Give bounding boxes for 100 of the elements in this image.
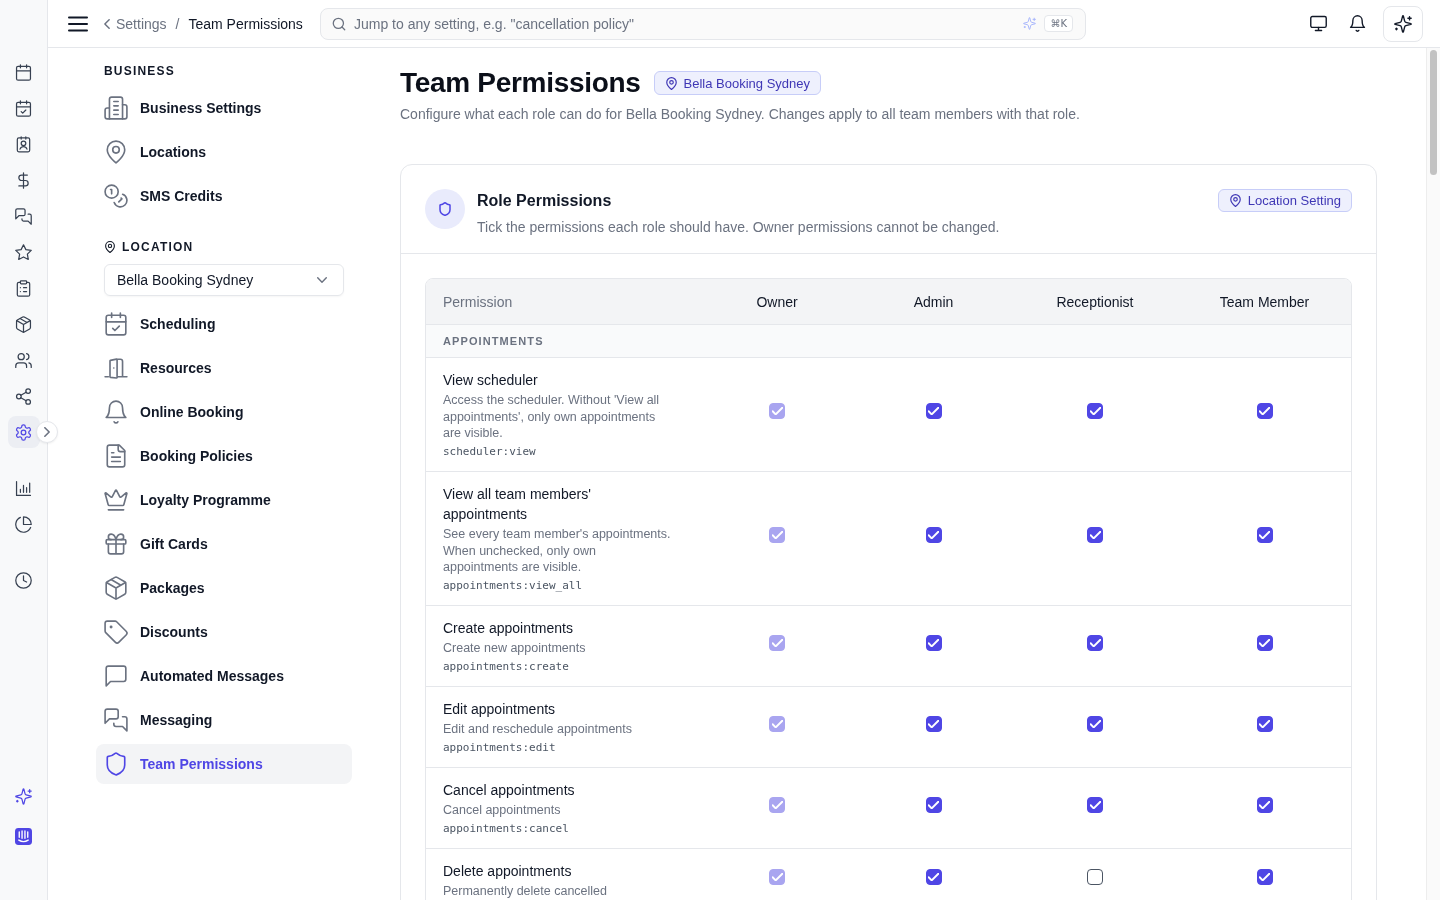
clipboard-list-icon <box>15 279 32 297</box>
chevron-right-icon <box>44 427 50 437</box>
calendar-check-icon <box>104 312 128 336</box>
settings-nav-item[interactable]: Booking Policies <box>96 436 352 476</box>
settings-icon <box>15 423 32 441</box>
role-checkbox[interactable] <box>1256 796 1273 813</box>
settings-nav-item[interactable]: Locations <box>96 132 352 172</box>
bell-icon <box>1348 15 1366 32</box>
settings-nav-item[interactable]: Loyalty Programme <box>96 480 352 520</box>
chat-bubbles-icon <box>104 708 128 732</box>
check-icon <box>928 872 939 881</box>
dollar-icon <box>15 171 32 189</box>
location-select[interactable]: Bella Booking Sydney <box>104 264 344 296</box>
pie-chart-icon <box>15 515 32 533</box>
settings-nav-item[interactable]: Packages <box>96 568 352 608</box>
map-pin-icon <box>104 140 128 164</box>
check-icon <box>928 800 939 809</box>
permission-description: Edit and reschedule appointments <box>443 721 633 738</box>
check-icon <box>1089 531 1101 540</box>
role-checkbox[interactable] <box>1087 715 1103 732</box>
breadcrumb-current: Team Permissions <box>188 15 303 32</box>
role-checkbox[interactable] <box>925 527 942 544</box>
permission-name: Cancel appointments <box>443 781 576 800</box>
permission-name: View scheduler <box>443 371 539 390</box>
permission-description: See every team member's appointments. When unchecked, only own appointments are visible. <box>443 526 671 576</box>
check-icon <box>928 638 939 647</box>
door-icon <box>104 356 128 380</box>
breadcrumb-separator: / <box>175 15 180 32</box>
app-logo-icon[interactable] <box>15 827 32 845</box>
check-icon <box>1259 531 1270 540</box>
menu-button[interactable] <box>68 15 88 32</box>
role-checkbox[interactable] <box>1256 634 1273 651</box>
role-checkbox[interactable] <box>925 868 942 885</box>
location-label: Bella Booking Sydney <box>683 75 811 91</box>
settings-nav-item[interactable]: Gift Cards <box>96 524 352 564</box>
role-checkbox[interactable] <box>1087 868 1103 885</box>
role-checkbox[interactable] <box>925 403 942 420</box>
role-checkbox[interactable] <box>1087 403 1103 420</box>
settings-nav-item[interactable]: Resources <box>96 348 352 388</box>
assistant-button[interactable] <box>1383 5 1423 42</box>
role-checkbox[interactable] <box>925 634 942 651</box>
search-icon <box>332 16 346 31</box>
section-label: APPOINTMENTS <box>443 335 544 347</box>
sparkles-icon <box>1394 14 1412 33</box>
settings-nav-item[interactable]: Online Booking <box>96 392 352 432</box>
settings-nav-item[interactable]: Scheduling <box>96 304 352 344</box>
role-checkbox[interactable] <box>1256 715 1273 732</box>
permission-name: Create appointments <box>443 619 574 638</box>
sparkles-icon <box>1023 17 1037 30</box>
calendar-icon <box>15 63 32 81</box>
settings-nav-item[interactable]: Messaging <box>96 700 352 740</box>
check-icon <box>1089 638 1101 647</box>
column-header: Receptionist <box>1056 293 1134 310</box>
clock-icon <box>15 571 32 589</box>
role-checkbox[interactable] <box>1256 868 1273 885</box>
card-description: Tick the permissions each role should have. Owner permissions cannot be changed. <box>477 218 1001 237</box>
permission-code: appointments:cancel <box>443 820 570 837</box>
settings-nav-item[interactable]: Business Settings <box>96 88 352 128</box>
chat-bubbles-icon <box>15 207 32 225</box>
settings-nav-item[interactable]: Automated Messages <box>96 656 352 696</box>
check-icon <box>771 638 783 647</box>
shortcut-key: ⌘K <box>1044 15 1073 32</box>
chevron-down-icon <box>317 277 327 283</box>
expand-rail-button[interactable] <box>36 421 58 443</box>
section-heading: LOCATION <box>122 240 194 254</box>
section-heading: BUSINESS <box>104 64 175 78</box>
building-icon <box>104 96 128 120</box>
settings-nav-item[interactable]: Team Permissions <box>96 744 352 784</box>
tag-icon <box>104 620 128 644</box>
contact-card-icon <box>15 135 32 153</box>
card-title: Role Permissions <box>477 191 613 211</box>
back-link[interactable]: Settings <box>104 15 167 32</box>
role-checkbox[interactable] <box>1087 796 1103 813</box>
permission-code: appointments:create <box>443 658 570 675</box>
check-icon <box>1089 800 1101 809</box>
check-icon <box>1089 719 1101 728</box>
role-checkbox[interactable] <box>1256 403 1273 420</box>
role-checkbox[interactable] <box>1087 527 1103 544</box>
settings-nav-item[interactable]: SMS Credits <box>96 176 352 216</box>
scrollbar-thumb[interactable] <box>1430 50 1437 175</box>
check-icon <box>1089 407 1101 416</box>
settings-nav-item[interactable]: Discounts <box>96 612 352 652</box>
column-header: Admin <box>913 293 954 310</box>
permission-code: scheduler:view <box>443 443 537 460</box>
sparkles-icon[interactable] <box>15 787 32 805</box>
page-description: Configure what each role can do for Bella Booking Sydney. Changes apply to all team members with that role. <box>400 105 1081 124</box>
menu-icon <box>68 15 88 32</box>
role-checkbox[interactable] <box>925 715 942 732</box>
permission-description: Access the scheduler. Without 'View all appointments', only own appointments are visible. <box>443 392 661 442</box>
role-checkbox[interactable] <box>1087 634 1103 651</box>
rail-nav-item[interactable] <box>7 416 40 448</box>
box-icon <box>104 576 128 600</box>
document-icon <box>104 444 128 468</box>
check-icon <box>771 407 783 416</box>
role-checkbox[interactable] <box>1256 527 1273 544</box>
role-checkbox[interactable] <box>925 796 942 813</box>
check-icon <box>1259 800 1270 809</box>
coins-icon <box>104 184 128 208</box>
map-pin-icon <box>664 76 678 90</box>
permission-description: Create new appointments <box>443 640 587 657</box>
